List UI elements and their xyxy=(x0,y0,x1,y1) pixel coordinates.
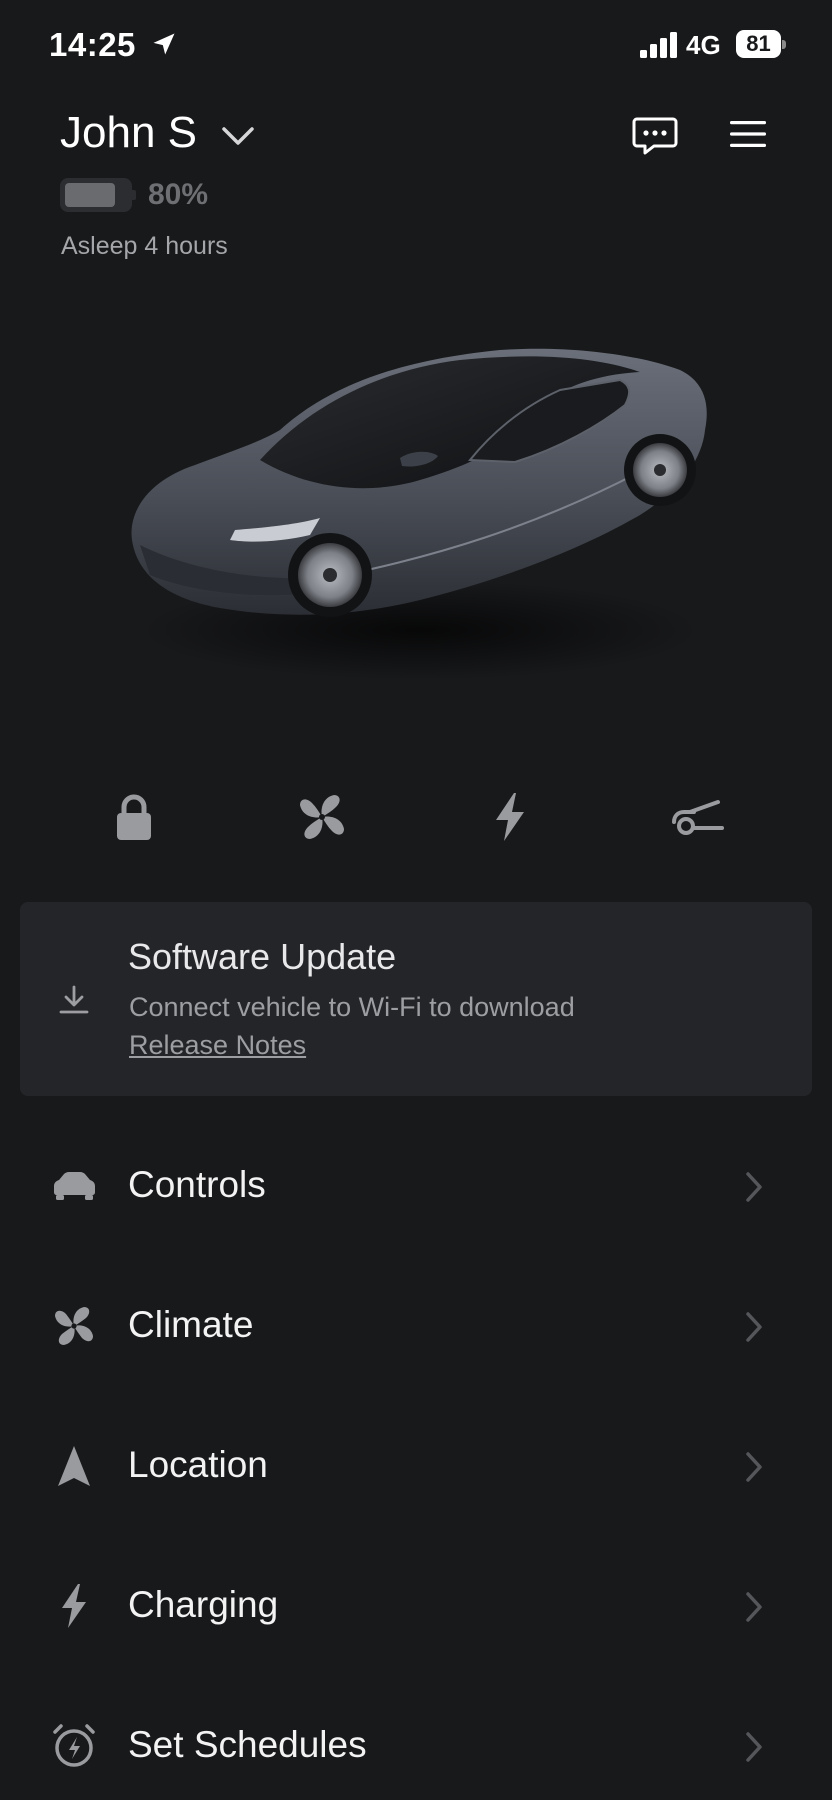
release-notes-link[interactable]: Release Notes xyxy=(129,1030,306,1061)
vehicle-image xyxy=(131,348,707,680)
fan-icon xyxy=(55,1307,93,1345)
alarm-clock-icon xyxy=(53,1724,95,1767)
menu-item-label: Set Schedules xyxy=(128,1724,367,1765)
lightning-icon xyxy=(62,1584,86,1628)
menu-item-set-schedules[interactable]: Set Schedules xyxy=(0,1686,832,1800)
signal-bars-icon xyxy=(640,32,677,58)
car-frunk-icon[interactable] xyxy=(668,790,728,844)
chevron-right-icon xyxy=(746,1172,762,1202)
chevron-down-icon[interactable] xyxy=(220,124,256,148)
message-icon[interactable] xyxy=(632,116,678,156)
chevron-right-icon xyxy=(746,1312,762,1342)
chevron-right-icon xyxy=(746,1592,762,1622)
chevron-right-icon xyxy=(746,1452,762,1482)
download-icon xyxy=(59,985,89,1014)
network-type: 4G xyxy=(686,30,721,60)
vehicle-battery-icon xyxy=(60,178,136,212)
navigation-arrow-icon xyxy=(58,1446,90,1486)
menu-item-label: Controls xyxy=(128,1164,266,1205)
battery-cap xyxy=(782,40,786,49)
vehicle-battery-fill xyxy=(65,183,115,207)
vehicle-battery-percent: 80% xyxy=(148,178,209,211)
chevron-right-icon xyxy=(746,1732,762,1762)
vehicle-sleep-status: Asleep 4 hours xyxy=(61,232,228,260)
menu-item-label: Location xyxy=(128,1444,268,1485)
phone-battery: 81 xyxy=(736,30,786,58)
menu-item-controls[interactable]: Controls xyxy=(0,1126,832,1246)
software-update-title: Software Update xyxy=(128,936,397,977)
menu-item-charging[interactable]: Charging xyxy=(0,1546,832,1666)
menu-item-climate[interactable]: Climate xyxy=(0,1266,832,1386)
menu-item-label: Climate xyxy=(128,1304,254,1345)
fan-icon[interactable] xyxy=(292,790,352,844)
menu-item-label: Charging xyxy=(128,1584,279,1625)
car-icon xyxy=(54,1172,95,1200)
lock-icon[interactable] xyxy=(104,790,164,844)
software-update-subtitle: Connect vehicle to Wi-Fi to download xyxy=(129,992,575,1022)
status-time: 14:25 xyxy=(49,26,136,63)
vehicle-name[interactable]: John S xyxy=(60,108,197,158)
lightning-icon[interactable] xyxy=(480,790,540,844)
location-arrow-icon xyxy=(153,33,175,55)
battery-level-text: 81 xyxy=(746,31,771,56)
menu-item-location[interactable]: Location xyxy=(0,1406,832,1526)
hamburger-menu-icon[interactable] xyxy=(728,118,768,150)
